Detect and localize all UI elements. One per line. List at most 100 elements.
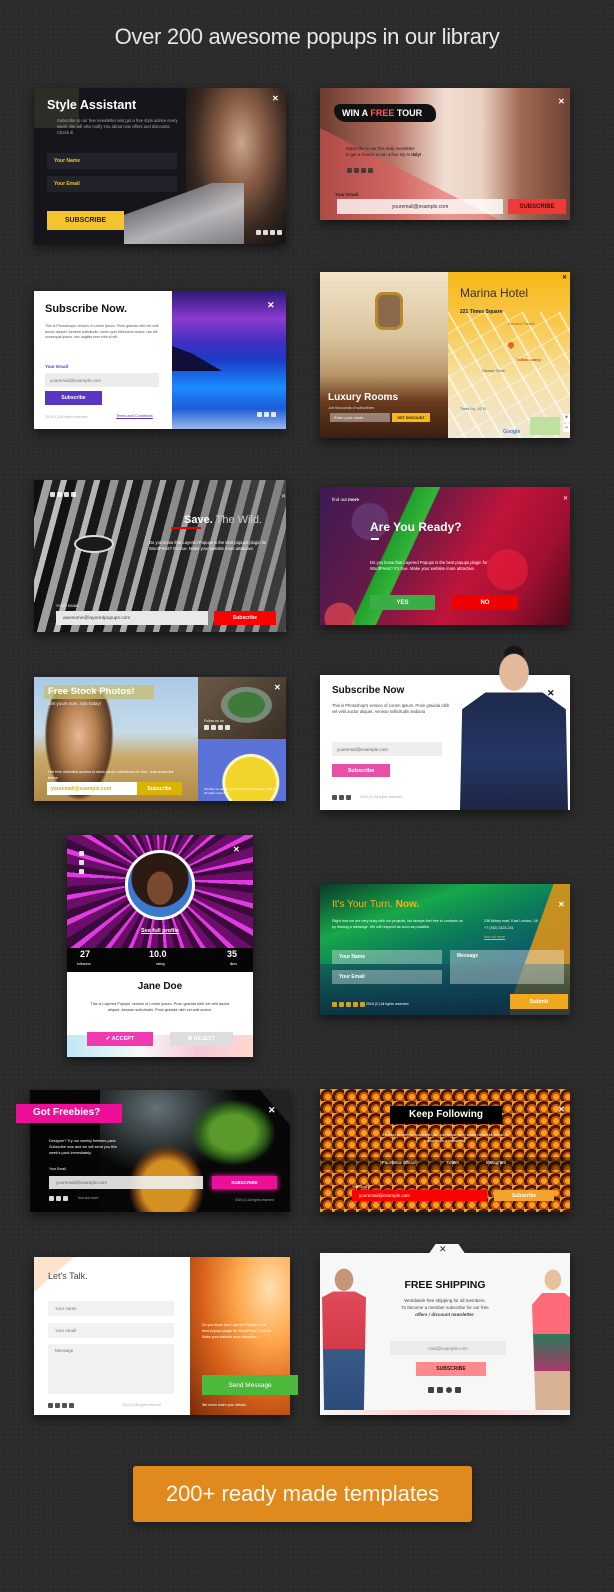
close-icon[interactable]: ✕: [268, 1106, 276, 1115]
popup-title: Got Freebies?: [33, 1107, 101, 1118]
email-input[interactable]: Your Email: [47, 176, 177, 192]
popup-style-assistant: Style Assistant Subscribe to our free ne…: [34, 88, 286, 244]
twitter-link[interactable]: Twitter: [446, 1160, 459, 1165]
map-label: Garment Theatre: [508, 322, 535, 326]
popup-body: Right now we are very busy with our proj…: [332, 919, 463, 929]
email-input[interactable]: Enter your email...: [330, 413, 390, 422]
stat-value: 10.0: [149, 949, 167, 959]
name-input[interactable]: Your Name: [47, 153, 177, 169]
popup-body: It's easy to keep in touch with us! Just…: [382, 1133, 508, 1143]
find-out-more-link[interactable]: find out more: [332, 497, 359, 502]
no-button[interactable]: NO: [452, 595, 518, 610]
facebook-link[interactable]: Facebook official: [382, 1160, 416, 1165]
terms-link[interactable]: Terms and Conditions: [116, 414, 153, 418]
close-icon[interactable]: ✕: [558, 901, 565, 909]
email-input[interactable]: Your email: [48, 1323, 174, 1338]
copyright: 2016 (C) All rights reserved: [235, 1198, 274, 1202]
email-input[interactable]: awesome@layeredpopups.com: [56, 611, 208, 625]
subscribe-button[interactable]: SUBSCRIBE: [212, 1176, 277, 1189]
name-input[interactable]: Your Name: [332, 950, 442, 964]
subscribe-button[interactable]: Subscribe: [494, 1190, 554, 1201]
submit-button[interactable]: Submit: [510, 994, 568, 1009]
privacy-note: We never share your details.: [202, 1403, 247, 1407]
accept-button[interactable]: ✔ ACCEPT: [87, 1032, 153, 1046]
yes-button[interactable]: YES: [370, 595, 435, 610]
close-icon[interactable]: ✕: [272, 95, 279, 103]
hotel-address: 221 Times Square: [460, 309, 503, 315]
close-icon[interactable]: ✕: [267, 301, 275, 310]
subscribe-button[interactable]: Subscribe: [332, 764, 390, 777]
close-icon[interactable]: ✕: [547, 689, 555, 698]
email-input[interactable]: youremail@example.com: [45, 373, 159, 387]
park: [530, 417, 560, 435]
social-icons: [428, 1387, 461, 1393]
email-input[interactable]: youremail@example.com: [49, 1176, 203, 1189]
reject-button[interactable]: ✖ REJECT: [170, 1032, 233, 1046]
email-input[interactable]: mail@example.com: [390, 1341, 506, 1355]
popup-body: Subscribe to our free daily newsletter to…: [346, 146, 422, 157]
pin-label: Таймс-сквер: [516, 357, 541, 362]
get-discount-button[interactable]: GET DISCOUNT: [392, 413, 430, 422]
close-icon[interactable]: ✕: [233, 846, 240, 854]
rooms-subtitle: Join thousands of subscribers: [328, 406, 375, 410]
close-icon[interactable]: ✕: [558, 98, 565, 106]
send-message-button[interactable]: Send Message: [202, 1375, 298, 1395]
close-icon[interactable]: ✕: [563, 496, 568, 502]
popup-marina-hotel: Marina Hotel 221 Times Square Таймс-скве…: [320, 272, 570, 438]
social-icons: [204, 725, 230, 730]
close-icon[interactable]: ✕: [281, 494, 286, 500]
title-dash: [371, 538, 379, 540]
close-icon[interactable]: ✕: [562, 275, 567, 281]
popup-body: Subscribe to our free newsletter and get…: [57, 118, 178, 135]
message-textarea[interactable]: Message: [450, 950, 564, 984]
subscribe-button[interactable]: Subscribe: [45, 391, 102, 405]
copyright: 2016 (C) All rights reserved: [45, 415, 88, 419]
email-input[interactable]: youremail@example.com: [47, 782, 137, 795]
subscribe-button[interactable]: SUBSCRIBE: [416, 1362, 486, 1376]
email-input[interactable]: youremail@example.com: [352, 1190, 487, 1201]
red-underline: [171, 527, 201, 529]
profile-bio: This is Layered Popups' version of Lorem…: [90, 1002, 230, 1012]
popup-its-your-turn: It's Your Turn. Now. Right now we are ve…: [320, 884, 570, 1015]
phone: +7 (762) 3123-231: [484, 926, 514, 930]
map-zoom-out-button[interactable]: −: [563, 424, 570, 432]
popup-are-you-ready: find out more Are You Ready? Do you know…: [320, 487, 570, 625]
profile-name: Jane Doe: [137, 981, 183, 992]
social-icons: [332, 1002, 365, 1007]
popup-body: Get free unlimited access to stock photo…: [48, 770, 174, 780]
find-out-more-link[interactable]: find out more: [78, 1196, 98, 1200]
instagram-link[interactable]: Instagram: [486, 1160, 506, 1165]
close-icon[interactable]: ✕: [271, 1269, 277, 1276]
popup-keep-following: Keep Following It's easy to keep in touc…: [320, 1089, 570, 1212]
email-input[interactable]: youremail@example.com: [332, 742, 442, 756]
subscribe-button[interactable]: Subscribe: [137, 782, 182, 795]
subscribe-button[interactable]: SUBSCRIBE: [508, 199, 566, 214]
close-icon[interactable]: ✕: [274, 684, 281, 692]
close-icon[interactable]: ✕: [558, 1106, 565, 1114]
message-textarea[interactable]: Message: [48, 1344, 174, 1394]
templates-cta-button[interactable]: 200+ ready made templates: [133, 1466, 472, 1522]
popup-free-shipping: ✕ FREE SHIPPING Worldwide free shipping …: [320, 1244, 570, 1415]
email-label: YOUR EMAIL: [56, 604, 80, 608]
email-input[interactable]: Your Email: [332, 970, 442, 984]
popup-title: Save. The Wild.: [184, 514, 263, 526]
map-zoom-in-button[interactable]: +: [563, 414, 570, 422]
popup-title: WIN A FREE TOUR: [342, 108, 423, 118]
subscribe-button[interactable]: Subscribe: [214, 611, 276, 625]
popup-title: Subscribe Now: [332, 685, 405, 696]
see-full-profile-link[interactable]: See full profile: [67, 928, 253, 934]
name-input[interactable]: Your name: [48, 1301, 174, 1316]
popup-free-stock-photos: Free Stock Photos! Get yours now. Join t…: [34, 677, 286, 801]
google-logo: Google: [503, 429, 521, 435]
subscribe-button[interactable]: SUBSCRIBE: [47, 211, 124, 230]
popup-title: Keep Following: [409, 1109, 483, 1120]
social-icons: [256, 230, 282, 235]
popup-body: This is Photoshop's version of Lorem Ips…: [45, 324, 159, 339]
email-input[interactable]: youremail@example.com: [337, 199, 503, 214]
close-icon[interactable]: ✕: [439, 1245, 447, 1254]
popup-title: It's Your Turn. Now.: [332, 899, 420, 910]
popup-subscribe-now-pink: Subscribe Now This is Photoshop's versio…: [320, 642, 570, 810]
find-out-more-link[interactable]: find out more: [484, 935, 505, 939]
mirror: [375, 292, 403, 330]
copyright: 2016 (C) All rights reserved: [360, 795, 403, 799]
